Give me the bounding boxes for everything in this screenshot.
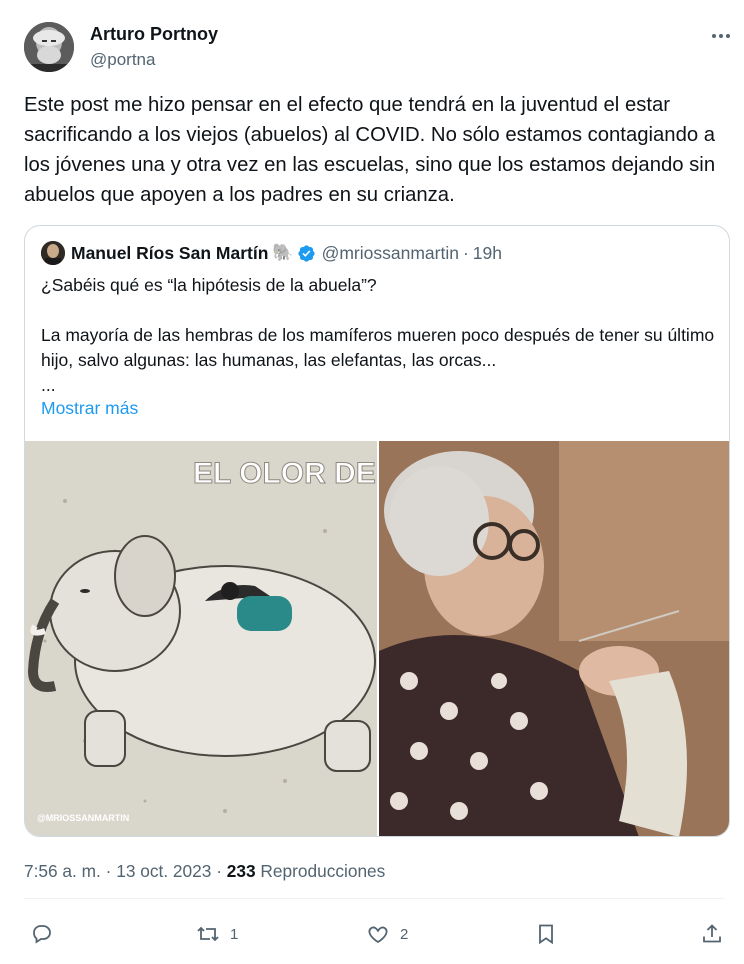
reply-icon <box>33 925 51 944</box>
like-count: 2 <box>400 925 409 943</box>
views-count: 233 <box>226 861 256 881</box>
grandmother-knitting-image[interactable] <box>379 441 729 836</box>
tweet-meta: 7:56 a. m. · 13 oct. 2023 · 233 Reproduc… <box>24 861 385 882</box>
quote-timestamp[interactable]: 19h <box>473 243 502 264</box>
retweet-button[interactable]: 1 <box>196 920 238 948</box>
image-banner-text: EL OLOR DEL <box>193 457 377 490</box>
tweet-text: Este post me hizo pensar en el efecto qu… <box>24 94 716 206</box>
more-icon[interactable] <box>706 24 736 48</box>
reply-button[interactable] <box>30 920 64 948</box>
author-avatar[interactable] <box>24 22 74 72</box>
quote-header: Manuel Ríos San Martín 🐘 @mriossanmartin… <box>41 240 502 266</box>
show-more-link[interactable]: Mostrar más <box>41 398 138 419</box>
author-handle[interactable]: @portna <box>90 50 155 70</box>
retweet-count: 1 <box>230 925 239 943</box>
views-label: Reproducciones <box>260 861 386 881</box>
meta-separator: · <box>105 861 112 881</box>
action-bar: 1 2 <box>24 910 724 958</box>
image-credit-text: @MRIOSSANMARTIN <box>37 813 129 823</box>
like-button[interactable]: 2 <box>366 920 408 948</box>
quote-author-handle[interactable]: @mriossanmartin <box>322 243 459 264</box>
divider <box>24 898 724 899</box>
quote-author-name[interactable]: Manuel Ríos San Martín <box>71 243 268 264</box>
like-icon <box>368 926 388 944</box>
bookmark-icon <box>539 924 553 945</box>
elephant-illustration-image[interactable]: EL OLOR DEL @MRIOSSANMARTIN <box>25 441 377 836</box>
tweet-date[interactable]: 13 oct. 2023 <box>116 861 211 881</box>
tweet-time[interactable]: 7:56 a. m. <box>24 861 101 881</box>
quote-media[interactable]: EL OLOR DEL @MRIOSSANMARTIN <box>25 441 729 836</box>
bookmark-button[interactable] <box>534 920 558 948</box>
separator-dot: · <box>462 242 469 263</box>
quote-text: ¿Sabéis qué es “la hipótesis de la abuel… <box>41 275 715 395</box>
share-icon <box>703 924 721 943</box>
quote-avatar[interactable] <box>41 241 65 265</box>
elephant-emoji: 🐘 <box>272 243 294 262</box>
verified-badge-icon <box>297 244 315 262</box>
quoted-tweet[interactable]: Manuel Ríos San Martín 🐘 @mriossanmartin… <box>24 225 730 837</box>
share-button[interactable] <box>700 920 724 948</box>
meta-separator: · <box>216 861 222 881</box>
author-name[interactable]: Arturo Portnoy <box>90 24 218 45</box>
retweet-icon <box>197 926 219 942</box>
